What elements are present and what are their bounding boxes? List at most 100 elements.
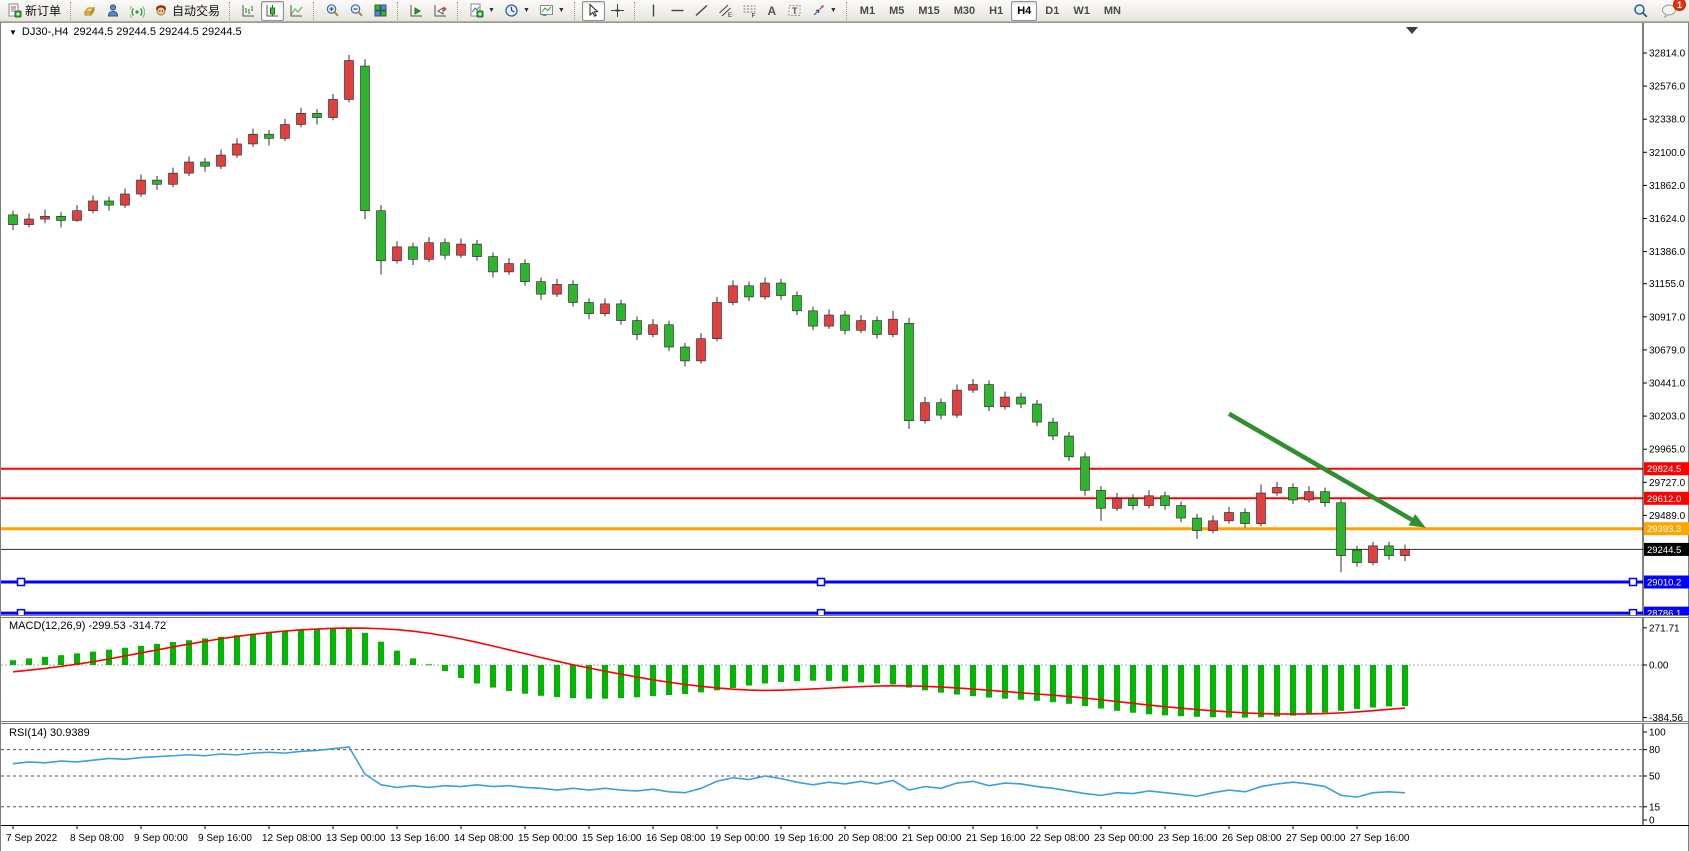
candle-down	[873, 321, 882, 335]
toolbar-separator	[229, 2, 233, 20]
candle-up	[329, 99, 338, 117]
indicators-button[interactable]: ▼	[465, 1, 499, 21]
text-tool-button[interactable]: A	[762, 1, 782, 21]
price-tick-label: 30203.0	[1649, 412, 1686, 423]
cursor-icon	[586, 3, 601, 18]
macd-chart-canvas[interactable]: 271.710.00-384.56	[1, 618, 1689, 721]
arrows-tool-button[interactable]: ▼	[807, 1, 841, 21]
macd-histogram-bar	[1114, 665, 1120, 711]
candle-up	[185, 162, 194, 173]
horizontal-line-tool-button[interactable]	[666, 1, 689, 21]
chart-title: ▼ DJ30-,H4 29244.5 29244.5 29244.5 29244…	[9, 26, 242, 38]
tab-timeframe-M30[interactable]: M30	[948, 1, 981, 21]
candle-down	[937, 403, 946, 416]
tile-windows-button[interactable]	[369, 1, 392, 21]
macd-histogram-bar	[954, 665, 960, 695]
candle-up	[1401, 549, 1410, 555]
line-selection-handle	[818, 578, 825, 585]
periods-button[interactable]: ▼	[500, 1, 534, 21]
zoom-in-button[interactable]	[321, 1, 344, 21]
candlestick-mode-button[interactable]	[261, 1, 284, 21]
tab-timeframe-M5[interactable]: M5	[883, 1, 910, 21]
cursor-tool-button[interactable]	[582, 1, 605, 21]
templates-button[interactable]: ▼	[535, 1, 569, 21]
rsi-chart-canvas[interactable]: 1008050150	[1, 724, 1689, 825]
new-order-button[interactable]: 新订单	[3, 1, 65, 21]
signals-button[interactable]	[126, 1, 149, 21]
collapse-arrow-icon[interactable]: ▼	[9, 28, 17, 37]
time-axis[interactable]: 7 Sep 20228 Sep 08:009 Sep 00:009 Sep 16…	[1, 825, 1688, 851]
terminal-button[interactable]	[102, 1, 125, 21]
price-line-badge-label: 29244.5	[1647, 545, 1681, 556]
time-tick-label: 19 Sep 00:00	[710, 833, 770, 844]
notifications-button[interactable]: 1	[1657, 1, 1682, 21]
chevron-down-icon: ▼	[830, 7, 837, 14]
candle-up	[1145, 496, 1154, 506]
candlestick-chart-canvas[interactable]: 32814.032576.032338.032100.031862.031624…	[1, 23, 1689, 615]
macd-histogram-bar	[1258, 665, 1264, 717]
candle-down	[1049, 422, 1058, 436]
candle-down	[1385, 546, 1394, 556]
rsi-line	[13, 747, 1405, 797]
tab-timeframe-D1[interactable]: D1	[1039, 1, 1065, 21]
candle-down	[265, 134, 274, 138]
tab-timeframe-W1[interactable]: W1	[1067, 1, 1096, 21]
text-tool-icon: A	[768, 4, 777, 18]
candle-down	[409, 247, 418, 260]
tab-timeframe-H1[interactable]: H1	[983, 1, 1009, 21]
channel-tool-button[interactable]: E	[714, 1, 737, 21]
macd-histogram-bar	[1018, 665, 1024, 700]
price-tick-label: 29727.0	[1649, 478, 1686, 489]
macd-histogram-bar	[730, 665, 736, 688]
macd-histogram-bar	[1338, 665, 1344, 711]
macd-histogram-bar	[1034, 665, 1040, 701]
macd-pane[interactable]: MACD(12,26,9) -299.53 -314.72 271.710.00…	[1, 618, 1688, 721]
fibonacci-tool-button[interactable]: F	[738, 1, 761, 21]
line-chart-icon	[289, 3, 304, 18]
auto-trading-button[interactable]: 自动交易	[150, 1, 224, 21]
time-tick-label: 27 Sep 00:00	[1286, 833, 1346, 844]
zoom-out-button[interactable]	[345, 1, 368, 21]
candle-down	[985, 385, 994, 407]
macd-histogram-bar	[346, 628, 352, 665]
tab-timeframe-M15[interactable]: M15	[912, 1, 945, 21]
rsi-pane[interactable]: RSI(14) 30.9389 1008050150	[1, 724, 1688, 825]
macd-tick-label: 271.71	[1649, 623, 1680, 634]
trendline-tool-button[interactable]	[690, 1, 713, 21]
candle-up	[345, 61, 354, 100]
macd-histogram-bar	[522, 665, 528, 694]
tab-timeframe-H4[interactable]: H4	[1011, 1, 1037, 21]
line-selection-handle	[1630, 610, 1637, 615]
macd-histogram-bar	[138, 646, 144, 665]
chart-shift-button[interactable]	[429, 1, 452, 21]
candle-up	[233, 144, 242, 155]
search-icon	[1633, 3, 1649, 19]
macd-histogram-bar	[1226, 665, 1232, 718]
candle-up	[169, 173, 178, 184]
tab-timeframe-MN[interactable]: MN	[1098, 1, 1127, 21]
zoom-out-icon	[349, 3, 364, 18]
trend-arrow-head	[1409, 514, 1426, 528]
macd-histogram-bar	[250, 634, 256, 665]
vertical-line-icon	[646, 3, 661, 18]
chevron-down-icon: ▼	[488, 7, 495, 14]
main-chart-pane[interactable]: ▼ DJ30-,H4 29244.5 29244.5 29244.5 29244…	[1, 23, 1688, 615]
horizontal-line-icon	[670, 3, 685, 18]
candle-down	[745, 286, 754, 297]
price-line-badge-label: 29612.0	[1647, 494, 1681, 505]
line-chart-mode-button[interactable]	[285, 1, 308, 21]
candle-down	[665, 325, 674, 347]
toolbar-separator	[574, 2, 578, 20]
bar-chart-mode-button[interactable]	[237, 1, 260, 21]
vertical-line-tool-button[interactable]	[642, 1, 665, 21]
candle-down	[1129, 499, 1138, 506]
macd-histogram-bar	[458, 665, 464, 678]
text-label-tool-button[interactable]: T	[783, 1, 806, 21]
search-button[interactable]	[1629, 1, 1653, 21]
tab-timeframe-M1[interactable]: M1	[854, 1, 881, 21]
crosshair-tool-button[interactable]	[606, 1, 629, 21]
auto-scroll-button[interactable]	[405, 1, 428, 21]
macd-histogram-bar	[810, 665, 816, 681]
macd-histogram-bar	[330, 628, 336, 665]
history-center-button[interactable]	[78, 1, 101, 21]
